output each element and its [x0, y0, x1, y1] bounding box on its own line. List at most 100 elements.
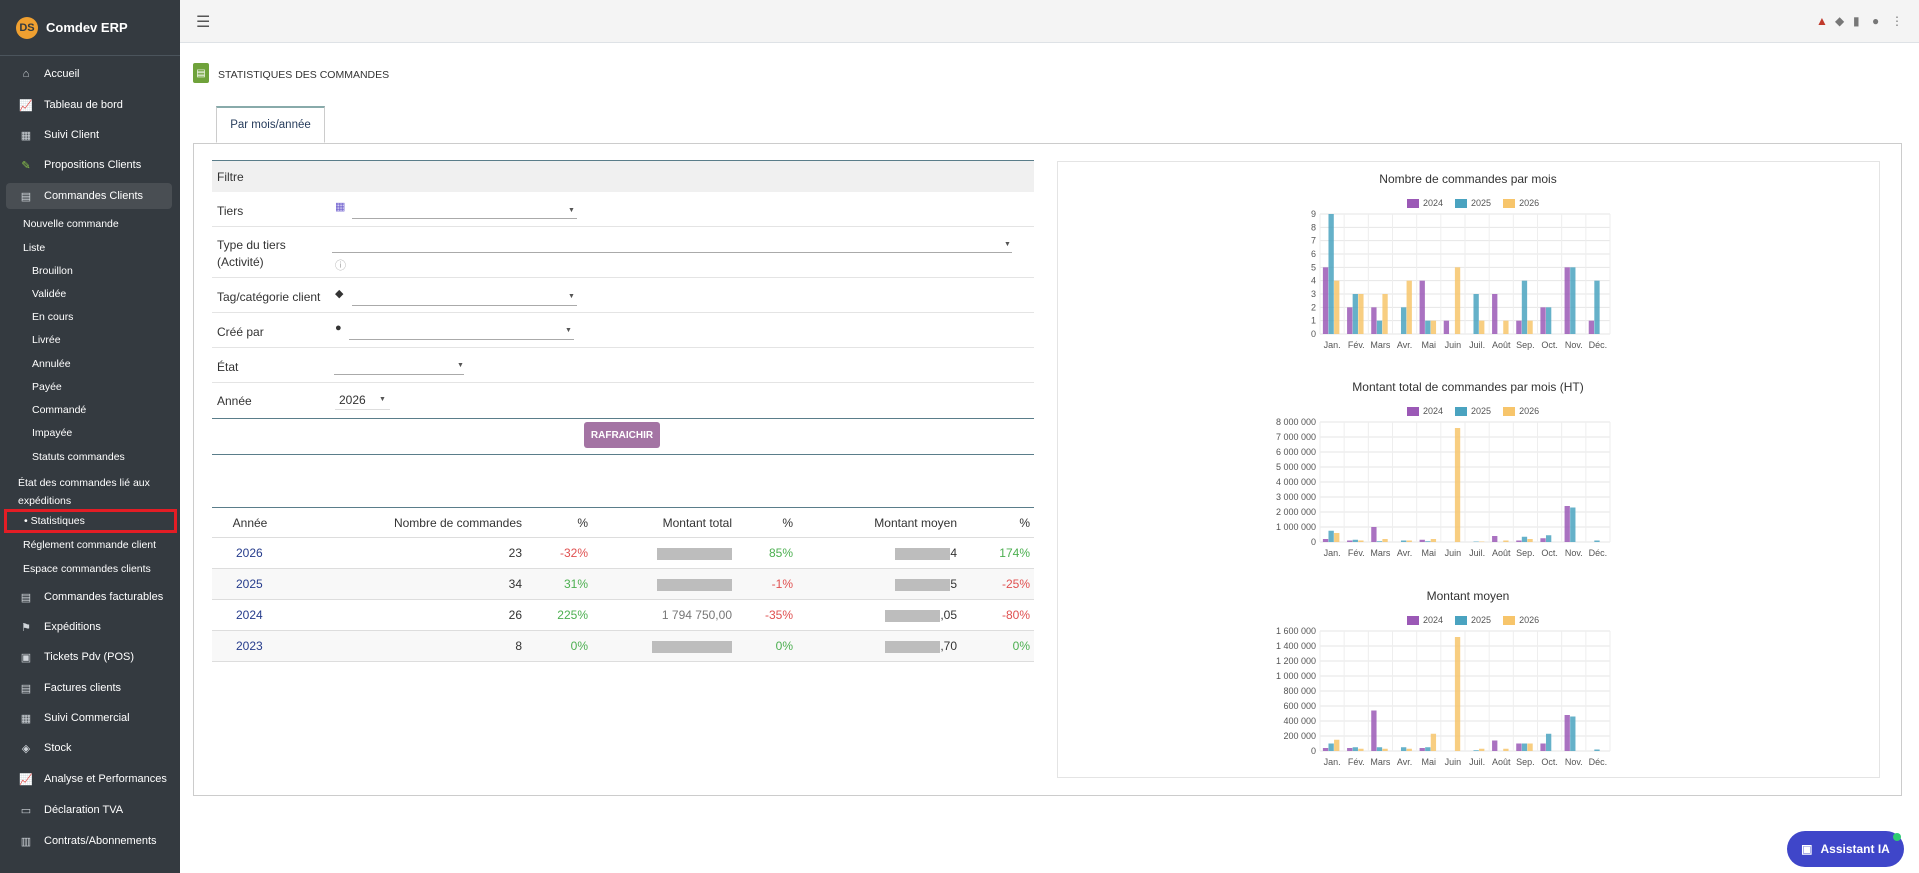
bar-2025[interactable] [1521, 280, 1528, 334]
bar-2026[interactable] [1358, 294, 1364, 334]
bar-2024[interactable] [1516, 743, 1522, 752]
bar-2025[interactable] [1328, 530, 1334, 542]
bar-2025[interactable] [1352, 294, 1358, 334]
tab-par-mois-annee[interactable]: Par mois/année [216, 106, 325, 143]
bar-2024[interactable] [1564, 506, 1570, 542]
cree-par-select[interactable] [349, 339, 574, 340]
bar-2025[interactable] [1425, 320, 1431, 334]
bar-2025[interactable] [1594, 749, 1600, 752]
assistant-ia-button[interactable]: ▣ Assistant IA [1787, 831, 1904, 867]
bar-2024[interactable] [1492, 536, 1498, 542]
legend-item[interactable]: 2024 [1407, 615, 1443, 625]
bar-2026[interactable] [1430, 539, 1437, 542]
legend-item[interactable]: 2025 [1455, 198, 1491, 208]
sidebar-item-factures-clients[interactable]: ▤ Factures clients [6, 675, 172, 701]
bar-2024[interactable] [1371, 710, 1377, 752]
bar-2024[interactable] [1347, 307, 1353, 334]
bar-2026[interactable] [1527, 539, 1533, 542]
chat-icon[interactable]: ◆ [1835, 14, 1844, 28]
bar-2026[interactable] [1479, 748, 1485, 751]
bar-2026[interactable] [1382, 748, 1388, 751]
bar-2025[interactable] [1545, 307, 1552, 334]
bar-2026[interactable] [1334, 739, 1340, 751]
bar-2026[interactable] [1527, 320, 1533, 334]
bar-2024[interactable] [1419, 748, 1425, 751]
user-avatar-icon[interactable]: ● [1872, 14, 1879, 28]
sub-item-nouvelle-commande[interactable]: Nouvelle commande [23, 218, 119, 230]
bar-2025[interactable] [1594, 280, 1600, 334]
bar-2025[interactable] [1425, 747, 1431, 751]
bar-2025[interactable] [1473, 750, 1479, 751]
bar-2026[interactable] [1430, 320, 1437, 334]
sub-item-brouillon[interactable]: Brouillon [32, 265, 73, 277]
bar-2024[interactable] [1540, 307, 1546, 334]
bar-2026[interactable] [1382, 539, 1388, 542]
bar-2024[interactable] [1371, 307, 1377, 334]
sidebar-item-expeditions[interactable]: ⚑ Expéditions [6, 614, 172, 640]
bar-2024[interactable] [1516, 540, 1522, 543]
year-link[interactable]: 2026 [236, 546, 263, 560]
legend-item[interactable]: 2026 [1503, 406, 1539, 416]
bar-2025[interactable] [1521, 743, 1528, 752]
bar-2025[interactable] [1400, 747, 1407, 751]
sidebar-item-propositions[interactable]: ✎ Propositions Clients [6, 152, 172, 178]
legend-item[interactable]: 2024 [1407, 406, 1443, 416]
sidebar-item-commandes-facturables[interactable]: ▤ Commandes facturables [6, 584, 172, 610]
bar-2026[interactable] [1527, 743, 1533, 752]
year-link[interactable]: 2024 [236, 608, 263, 622]
bar-2024[interactable] [1443, 320, 1450, 334]
bar-2025[interactable] [1594, 540, 1600, 543]
bar-2026[interactable] [1334, 280, 1340, 334]
annee-select-value[interactable]: 2026 [339, 393, 366, 407]
bar-2025[interactable] [1545, 733, 1552, 751]
notification-icon[interactable]: ▲ [1816, 14, 1828, 28]
bar-2026[interactable] [1454, 637, 1461, 751]
sidebar-item-tableau-de-bord[interactable]: 📈 Tableau de bord [6, 92, 172, 118]
bar-2024[interactable] [1322, 539, 1329, 542]
sub-item-espace-commandes[interactable]: Espace commandes clients [23, 563, 151, 575]
sub-item-statistiques[interactable]: • Statistiques [24, 515, 85, 527]
type-tiers-select[interactable] [332, 252, 1012, 253]
bar-2026[interactable] [1406, 280, 1412, 334]
bar-2025[interactable] [1521, 536, 1528, 542]
sub-item-reglement[interactable]: Réglement commande client [23, 539, 156, 551]
hamburger-menu-icon[interactable]: ☰ [196, 12, 210, 32]
tiers-select[interactable] [352, 218, 577, 219]
bar-2024[interactable] [1540, 538, 1546, 542]
sub-item-statuts-commandes[interactable]: Statuts commandes [32, 451, 125, 463]
sidebar-item-suivi-client[interactable]: ▦ Suivi Client [6, 122, 172, 148]
bar-2025[interactable] [1400, 307, 1407, 334]
bar-2025[interactable] [1425, 541, 1431, 542]
bar-2025[interactable] [1352, 747, 1358, 751]
sub-item-en-cours[interactable]: En cours [32, 311, 73, 323]
bar-2025[interactable] [1473, 294, 1479, 334]
bar-2026[interactable] [1454, 267, 1461, 334]
bar-2026[interactable] [1503, 748, 1509, 751]
bar-2025[interactable] [1376, 747, 1383, 751]
bar-2026[interactable] [1406, 540, 1412, 543]
sub-item-livree[interactable]: Livrée [32, 334, 61, 346]
bar-2025[interactable] [1352, 539, 1358, 542]
legend-item[interactable]: 2026 [1503, 615, 1539, 625]
bar-2024[interactable] [1347, 540, 1353, 543]
legend-item[interactable]: 2024 [1407, 198, 1443, 208]
sidebar-item-commandes-clients[interactable]: ▤ Commandes Clients [6, 183, 172, 209]
sidebar-item-analyse-performances[interactable]: 📈 Analyse et Performances [6, 766, 172, 792]
bar-2026[interactable] [1358, 540, 1364, 543]
bar-2024[interactable] [1322, 748, 1329, 751]
bar-2025[interactable] [1570, 716, 1576, 752]
bar-2025[interactable] [1400, 540, 1407, 543]
sub-item-validee[interactable]: Validée [32, 288, 66, 300]
bar-2024[interactable] [1564, 715, 1570, 751]
bar-2026[interactable] [1503, 320, 1509, 334]
sub-item-etat-expeditions[interactable]: État des commandes lié aux expéditions [18, 474, 168, 510]
sidebar-item-suivi-commercial[interactable]: ▦ Suivi Commercial [6, 705, 172, 731]
sidebar-item-tickets-pdv[interactable]: ▣ Tickets Pdv (POS) [6, 644, 172, 670]
sidebar-item-declaration-tva[interactable]: ▭ Déclaration TVA [6, 797, 172, 823]
bar-2025[interactable] [1570, 507, 1576, 543]
year-link[interactable]: 2025 [236, 577, 263, 591]
bar-2024[interactable] [1588, 320, 1595, 334]
bar-2026[interactable] [1382, 294, 1388, 334]
clipboard-icon[interactable]: ▮ [1853, 14, 1860, 28]
bar-2024[interactable] [1516, 320, 1522, 334]
